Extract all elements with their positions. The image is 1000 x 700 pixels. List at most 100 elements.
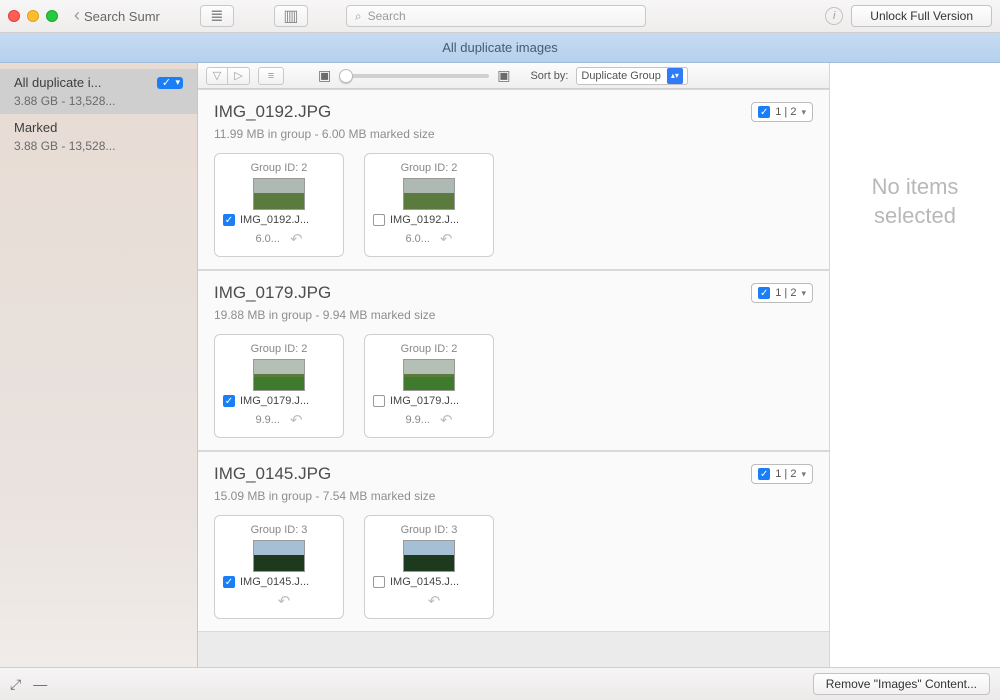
zoom-window-button[interactable] bbox=[46, 10, 58, 22]
view-columns-button[interactable]: ▥ bbox=[274, 5, 308, 27]
check-icon: ✓ bbox=[758, 468, 770, 480]
thumbnail-image[interactable] bbox=[253, 178, 305, 210]
mark-checkbox[interactable]: ✓ bbox=[223, 576, 235, 588]
card-filesize: 6.0... bbox=[405, 233, 429, 245]
card-filename: IMG_0192.J... bbox=[240, 214, 335, 226]
check-icon: ✓ bbox=[758, 106, 770, 118]
mark-checkbox[interactable]: ✓ bbox=[223, 395, 235, 407]
thumbnail-image[interactable] bbox=[253, 540, 305, 572]
group-count-pill[interactable]: ✓ 1 | 2 ▾ bbox=[751, 283, 813, 303]
chevron-down-icon: ▾ bbox=[801, 288, 806, 299]
duplicate-group: IMG_0145.JPG 15.09 MB in group - 7.54 MB… bbox=[198, 451, 829, 632]
revert-icon[interactable]: ↶ bbox=[290, 411, 303, 429]
search-placeholder: Search bbox=[368, 9, 406, 23]
group-subtitle: 11.99 MB in group - 6.00 MB marked size bbox=[214, 127, 435, 141]
sort-value: Duplicate Group bbox=[581, 70, 661, 82]
duplicate-card[interactable]: Group ID: 2 IMG_0192.J... 6.0... ↶ bbox=[364, 153, 494, 257]
nav-down-button[interactable]: ▽ bbox=[206, 67, 228, 85]
card-filename: IMG_0192.J... bbox=[390, 214, 485, 226]
select-arrows-icon: ▴▾ bbox=[667, 68, 683, 84]
group-title: IMG_0145.JPG bbox=[214, 464, 435, 484]
window-controls bbox=[8, 10, 58, 22]
thumbnail-image[interactable] bbox=[403, 178, 455, 210]
duplicate-group: IMG_0179.JPG 19.88 MB in group - 9.94 MB… bbox=[198, 270, 829, 451]
mark-checkbox[interactable] bbox=[373, 395, 385, 407]
results-pane: ▽ ▷ ≡ ▣ ▣ Sort by: Duplicate Group ▴▾ IM… bbox=[198, 63, 830, 667]
context-title: All duplicate images bbox=[442, 40, 558, 55]
sidebar-item-dropdown[interactable]: ✓ ▾ bbox=[157, 77, 183, 89]
list-mode-button[interactable]: ≡ bbox=[258, 67, 284, 85]
group-title: IMG_0192.JPG bbox=[214, 102, 435, 122]
groups-list[interactable]: IMG_0192.JPG 11.99 MB in group - 6.00 MB… bbox=[198, 89, 829, 667]
detail-pane: No items selected bbox=[830, 63, 1000, 667]
sidebar: All duplicate i... ✓ ▾ 3.88 GB - 13,528.… bbox=[0, 63, 198, 667]
duplicate-card[interactable]: Group ID: 2 ✓ IMG_0179.J... 9.9... ↶ bbox=[214, 334, 344, 438]
revert-icon[interactable]: ↶ bbox=[440, 230, 453, 248]
mark-checkbox[interactable]: ✓ bbox=[223, 214, 235, 226]
nav-right-button[interactable]: ▷ bbox=[228, 67, 250, 85]
revert-icon[interactable]: ↶ bbox=[428, 592, 441, 610]
group-title: IMG_0179.JPG bbox=[214, 283, 435, 303]
group-count: 1 | 2 bbox=[775, 468, 796, 480]
info-icon[interactable]: i bbox=[825, 7, 843, 25]
group-count-pill[interactable]: ✓ 1 | 2 ▾ bbox=[751, 464, 813, 484]
card-filesize: 9.9... bbox=[405, 414, 429, 426]
sidebar-item-title: Marked bbox=[14, 120, 124, 135]
results-toolbar: ▽ ▷ ≡ ▣ ▣ Sort by: Duplicate Group ▴▾ bbox=[198, 63, 829, 89]
duplicate-card[interactable]: Group ID: 2 IMG_0179.J... 9.9... ↶ bbox=[364, 334, 494, 438]
duplicate-card[interactable]: Group ID: 3 IMG_0145.J... ↶ bbox=[364, 515, 494, 619]
back-label: Search Sumr bbox=[84, 9, 160, 24]
chevron-down-icon: ▾ bbox=[801, 469, 806, 480]
card-filename: IMG_0145.J... bbox=[240, 576, 335, 588]
revert-icon[interactable]: ↶ bbox=[278, 592, 291, 610]
duplicate-group: IMG_0192.JPG 11.99 MB in group - 6.00 MB… bbox=[198, 89, 829, 270]
collapse-icon[interactable]: — bbox=[33, 676, 47, 692]
card-group-id: Group ID: 2 bbox=[245, 343, 313, 355]
card-group-id: Group ID: 3 bbox=[395, 524, 463, 536]
card-filename: IMG_0145.J... bbox=[390, 576, 485, 588]
sort-label: Sort by: bbox=[530, 70, 568, 82]
remove-content-button[interactable]: Remove "Images" Content... bbox=[813, 673, 990, 695]
thumbnail-image[interactable] bbox=[403, 359, 455, 391]
group-subtitle: 19.88 MB in group - 9.94 MB marked size bbox=[214, 308, 435, 322]
check-icon: ✓ bbox=[758, 287, 770, 299]
sidebar-item-subtitle: 3.88 GB - 13,528... bbox=[14, 139, 183, 153]
thumbnail-size-slider[interactable] bbox=[339, 74, 489, 78]
card-filesize: 6.0... bbox=[255, 233, 279, 245]
view-list-button[interactable]: ≣ bbox=[200, 5, 234, 27]
group-count-pill[interactable]: ✓ 1 | 2 ▾ bbox=[751, 102, 813, 122]
search-icon: ⌕ bbox=[355, 9, 362, 24]
close-window-button[interactable] bbox=[8, 10, 20, 22]
check-icon: ✓ bbox=[160, 77, 172, 89]
chevron-left-icon: ‹ bbox=[74, 5, 80, 26]
mark-checkbox[interactable] bbox=[373, 214, 385, 226]
card-group-id: Group ID: 2 bbox=[395, 162, 463, 174]
minimize-window-button[interactable] bbox=[27, 10, 39, 22]
sort-select[interactable]: Duplicate Group ▴▾ bbox=[576, 67, 688, 85]
thumbnail-image[interactable] bbox=[403, 540, 455, 572]
search-input[interactable]: ⌕ Search bbox=[346, 5, 646, 27]
back-button[interactable]: ‹ Search Sumr bbox=[74, 6, 160, 27]
sidebar-item-subtitle: 3.88 GB - 13,528... bbox=[14, 94, 183, 108]
sidebar-item-marked[interactable]: Marked 3.88 GB - 13,528... bbox=[0, 114, 197, 159]
card-group-id: Group ID: 2 bbox=[395, 343, 463, 355]
group-count: 1 | 2 bbox=[775, 287, 796, 299]
thumb-small-icon: ▣ bbox=[318, 67, 331, 84]
thumbnail-image[interactable] bbox=[253, 359, 305, 391]
card-filename: IMG_0179.J... bbox=[240, 395, 335, 407]
sidebar-item-title: All duplicate i... bbox=[14, 75, 101, 90]
expand-icon[interactable]: ⤢ bbox=[10, 676, 21, 693]
revert-icon[interactable]: ↶ bbox=[440, 411, 453, 429]
card-group-id: Group ID: 3 bbox=[245, 524, 313, 536]
titlebar: ‹ Search Sumr ≣ ▥ ⌕ Search i Unlock Full… bbox=[0, 0, 1000, 33]
mark-checkbox[interactable] bbox=[373, 576, 385, 588]
card-group-id: Group ID: 2 bbox=[245, 162, 313, 174]
sidebar-item-all-duplicates[interactable]: All duplicate i... ✓ ▾ 3.88 GB - 13,528.… bbox=[0, 69, 197, 114]
duplicate-card[interactable]: Group ID: 2 ✓ IMG_0192.J... 6.0... ↶ bbox=[214, 153, 344, 257]
duplicate-card[interactable]: Group ID: 3 ✓ IMG_0145.J... ↶ bbox=[214, 515, 344, 619]
chevron-down-icon: ▾ bbox=[175, 77, 180, 88]
group-subtitle: 15.09 MB in group - 7.54 MB marked size bbox=[214, 489, 435, 503]
detail-empty-message: No items selected bbox=[830, 173, 1000, 230]
unlock-button[interactable]: Unlock Full Version bbox=[851, 5, 992, 27]
revert-icon[interactable]: ↶ bbox=[290, 230, 303, 248]
